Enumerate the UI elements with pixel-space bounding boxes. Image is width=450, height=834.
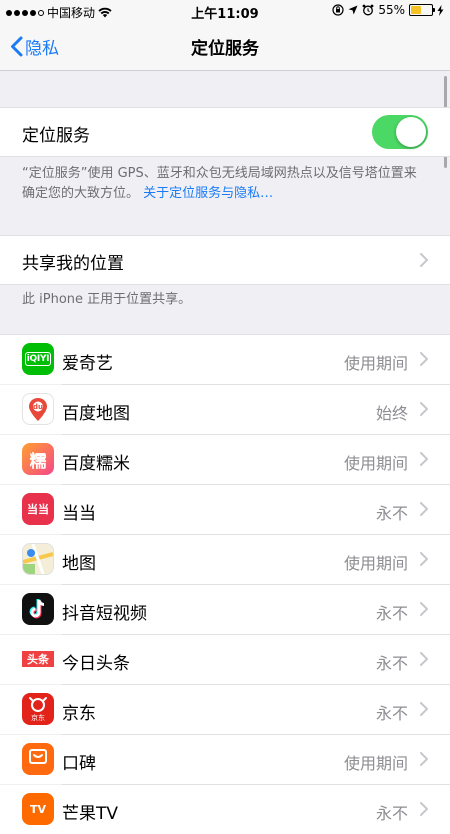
page-title: 定位服务 [191, 39, 259, 59]
app-row-baidu-nuomi[interactable]: 糯 百度糯米 使用期间 [0, 435, 450, 484]
chevron-right-icon [420, 502, 428, 516]
jd-icon-glyph: 京东 [31, 714, 45, 722]
app-permission-value: 使用期间 [343, 454, 408, 473]
chevron-right-icon [420, 752, 428, 766]
app-name: 芒果TV [62, 804, 119, 824]
battery-level-fill [411, 6, 421, 14]
location-services-toggle[interactable] [372, 115, 428, 149]
app-permission-value: 永不 [375, 604, 408, 623]
orientation-lock-icon [332, 4, 344, 16]
iqiyi-icon-glyph: iQIYI [24, 352, 52, 366]
location-services-cell: 定位服务 [0, 108, 450, 156]
battery-percent: 55% [378, 3, 405, 17]
app-name: 地图 [62, 554, 96, 574]
app-permission-value: 永不 [375, 704, 408, 723]
app-permission-value: 使用期间 [343, 354, 408, 373]
app-name: 京东 [62, 704, 96, 724]
toggle-knob [396, 117, 426, 147]
divider [0, 156, 450, 157]
app-row-jd[interactable]: 京东 京东 永不 [0, 685, 450, 734]
app-permission-value: 永不 [375, 804, 408, 823]
chevron-right-icon [420, 452, 428, 466]
app-name: 抖音短视频 [62, 604, 147, 624]
app-permission-value: 使用期间 [343, 754, 408, 773]
chevron-right-icon [420, 552, 428, 566]
app-row-douyin[interactable]: 抖音短视频 永不 [0, 585, 450, 634]
maps-icon [22, 543, 54, 575]
app-row-mango-tv[interactable]: TV 芒果TV 永不 [0, 785, 450, 834]
chevron-right-icon [420, 652, 428, 666]
app-row-maps[interactable]: 地图 使用期间 [0, 535, 450, 584]
mango-tv-icon: TV [22, 793, 54, 825]
app-row-iqiyi[interactable]: iQIYI 爱奇艺 使用期间 [0, 335, 450, 384]
app-name: 爱奇艺 [62, 354, 113, 374]
nuomi-icon-glyph: 糯 [29, 451, 47, 472]
toutiao-icon: 头条 [22, 643, 54, 675]
chevron-right-icon [420, 602, 428, 616]
mango-icon-glyph: TV [29, 802, 47, 816]
baidu-nuomi-icon: 糯 [22, 443, 54, 475]
app-permission-value: 永不 [375, 504, 408, 523]
douyin-icon [22, 593, 54, 625]
app-row-toutiao[interactable]: 头条 今日头条 永不 [0, 635, 450, 684]
jd-icon: 京东 [22, 693, 54, 725]
location-arrow-icon [348, 5, 358, 15]
privacy-link[interactable]: 关于定位服务与隐私… [143, 186, 273, 201]
app-name: 百度糯米 [62, 454, 130, 474]
chevron-right-icon [420, 802, 428, 816]
toutiao-icon-glyph: 头条 [22, 651, 54, 667]
chevron-right-icon [420, 253, 428, 267]
baidu-map-icon: du [22, 393, 54, 425]
app-permission-value: 永不 [375, 654, 408, 673]
koubei-icon [22, 743, 54, 775]
battery-icon [409, 4, 435, 16]
iqiyi-icon: iQIYI [22, 343, 54, 375]
app-row-dangdang[interactable]: 当当 当当 永不 [0, 485, 450, 534]
location-services-label: 定位服务 [22, 126, 90, 146]
share-my-location-label: 共享我的位置 [22, 254, 124, 274]
baidu-map-icon-glyph: du [33, 403, 43, 411]
app-row-koubei[interactable]: 口碑 使用期间 [0, 735, 450, 784]
app-permission-value: 使用期间 [343, 554, 408, 573]
charging-bolt-icon [437, 4, 444, 16]
dangdang-icon: 当当 [22, 493, 54, 525]
chevron-right-icon [420, 402, 428, 416]
alarm-icon [362, 4, 374, 16]
chevron-right-icon [420, 702, 428, 716]
app-name: 口碑 [62, 754, 96, 774]
chevron-right-icon [420, 352, 428, 366]
app-row-baidu-map[interactable]: du 百度地图 始终 [0, 385, 450, 434]
status-bar: 中国移动 上午11:09 55% [0, 0, 450, 22]
dangdang-icon-glyph: 当当 [27, 503, 49, 516]
share-location-footer: 此 iPhone 正用于位置共享。 [22, 292, 192, 307]
app-name: 今日头条 [62, 654, 130, 674]
app-name: 百度地图 [62, 404, 130, 424]
status-bar-right: 55% [332, 3, 444, 17]
divider [0, 284, 450, 285]
share-my-location-cell[interactable]: 共享我的位置 [0, 236, 450, 284]
location-services-description: “定位服务”使用 GPS、蓝牙和众包无线局域网热点以及信号塔位置来确定您的大致方… [22, 164, 428, 204]
app-permission-value: 始终 [375, 404, 408, 423]
navigation-bar: 隐私 定位服务 [0, 22, 450, 71]
app-name: 当当 [62, 504, 96, 524]
